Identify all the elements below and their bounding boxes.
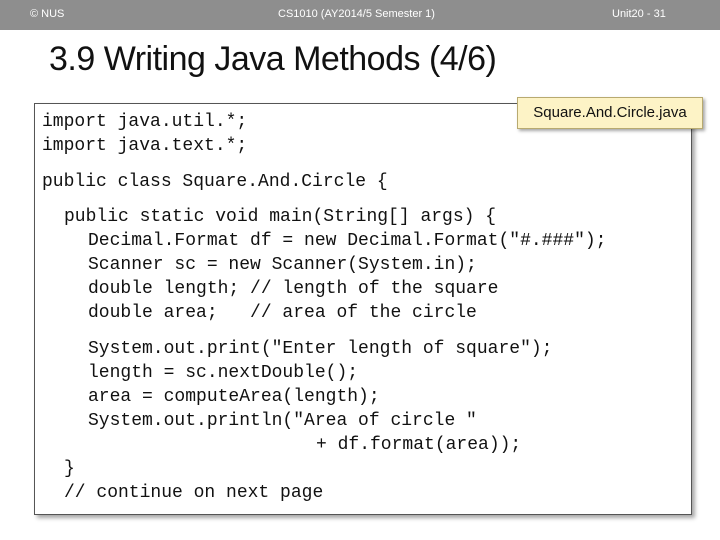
code-line: } [64, 459, 75, 479]
code-line: Decimal.Format df = new Decimal.Format("… [88, 231, 607, 251]
slide-header-bar: © NUS CS1010 (AY2014/5 Semester 1) Unit2… [0, 0, 720, 30]
code-line: double length; // length of the square [88, 279, 499, 299]
code-line: // continue on next page [64, 483, 324, 503]
code-line: public class Square.And.Circle { [42, 172, 388, 192]
code-line: import java.util.*; [42, 112, 248, 132]
slide-number: Unit20 - 31 [612, 8, 666, 20]
code-line: import java.text.*; [42, 136, 248, 156]
code-line: public static void main(String[] args) { [64, 207, 497, 227]
code-line: + df.format(area)); [316, 435, 522, 455]
course-label: CS1010 (AY2014/5 Semester 1) [278, 8, 435, 20]
copyright-label: © NUS [30, 8, 65, 20]
slide-title: 3.9 Writing Java Methods (4/6) [49, 40, 497, 78]
filename-tag: Square.And.Circle.java [517, 97, 703, 129]
code-line: area = computeArea(length); [88, 387, 380, 407]
code-line: System.out.println("Area of circle " [88, 411, 477, 431]
code-line: double area; // area of the circle [88, 303, 477, 323]
code-line: length = sc.nextDouble(); [88, 363, 359, 383]
code-line: System.out.print("Enter length of square… [88, 339, 553, 359]
code-line: Scanner sc = new Scanner(System.in); [88, 255, 477, 275]
